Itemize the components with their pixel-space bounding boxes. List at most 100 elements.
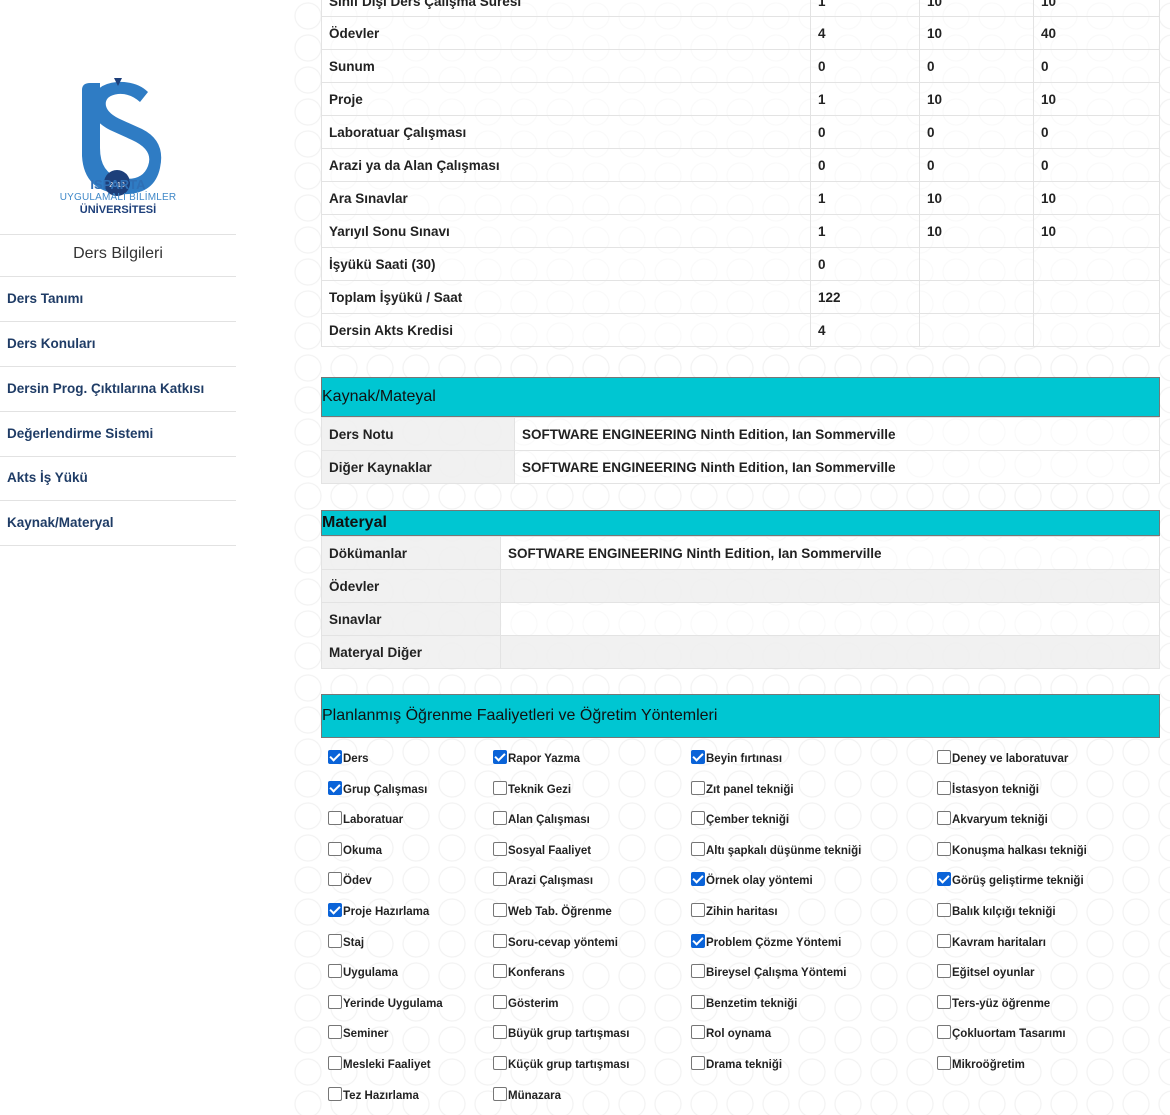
activity-checkbox[interactable] [937,1025,951,1040]
activity-option[interactable]: İstasyon tekniği [937,780,1039,797]
activity-checkbox[interactable] [937,872,951,887]
activity-checkbox[interactable] [493,903,507,917]
activity-option[interactable]: Ters-yüz öğrenme [937,994,1050,1011]
activity-checkbox[interactable] [937,933,951,948]
activity-checkbox[interactable] [937,903,951,917]
activity-option[interactable]: Soru-cevap yöntemi [493,933,618,950]
activity-checkbox[interactable] [937,964,951,979]
activity-option[interactable]: Rapor Yazma [493,750,580,766]
activity-option[interactable]: Web Tab. Öğrenme [493,903,612,919]
activity-option[interactable]: Laboratuar [328,811,403,827]
activity-option[interactable]: Seminer [328,1025,389,1041]
sidebar-item-akts-is-yuku[interactable]: Akts İş Yükü [7,470,88,485]
activity-option[interactable]: Sosyal Faaliyet [493,841,591,858]
activity-option[interactable]: Arazi Çalışması [493,872,593,888]
activity-checkbox[interactable] [937,750,951,764]
activity-checkbox[interactable] [328,964,342,979]
activity-checkbox[interactable] [691,964,705,979]
activity-checkbox[interactable] [493,811,507,826]
activity-label: Seminer [343,1028,389,1041]
activity-option[interactable]: Görüş geliştirme tekniği [937,872,1084,888]
activity-checkbox[interactable] [328,1025,342,1040]
workload-row: Yarıyıl Sonu Sınavı 1 10 10 [321,214,1160,248]
activity-option[interactable]: Beyin fırtınası [691,750,782,766]
activity-checkbox[interactable] [937,811,951,826]
activity-checkbox[interactable] [937,1056,951,1070]
activity-option[interactable]: Drama tekniği [691,1056,782,1072]
activity-option[interactable]: Konferans [493,964,565,980]
activity-checkbox[interactable] [493,1056,507,1070]
activity-checkbox[interactable] [691,903,705,917]
activity-checkbox[interactable] [328,933,342,948]
activity-checkbox[interactable] [691,933,705,948]
activity-checkbox[interactable] [328,994,342,1009]
activity-checkbox[interactable] [691,811,705,826]
activity-checkbox[interactable] [493,750,507,764]
activity-checkbox[interactable] [937,780,951,795]
activity-option[interactable]: Ders [328,750,369,766]
activity-checkbox[interactable] [328,1056,342,1070]
activity-option[interactable]: Örnek olay yöntemi [691,872,813,888]
activity-option[interactable]: Çember tekniği [691,811,789,827]
activity-checkbox[interactable] [493,872,507,887]
activity-checkbox[interactable] [493,964,507,979]
activity-option[interactable]: Rol oynama [691,1025,771,1041]
activity-checkbox[interactable] [493,1025,507,1040]
activity-option[interactable]: Deney ve laboratuvar [937,750,1068,766]
sidebar-item-kaynak-materyal[interactable]: Kaynak/Materyal [7,515,114,530]
activity-checkbox[interactable] [691,1025,705,1040]
activity-option[interactable]: Eğitsel oyunlar [937,964,1034,980]
sidebar-item-degerlendirme[interactable]: Değerlendirme Sistemi [7,426,153,441]
activity-checkbox[interactable] [328,841,342,856]
activity-checkbox[interactable] [691,1056,705,1070]
activity-option[interactable]: Zıt panel tekniği [691,780,794,797]
activity-option[interactable]: Balık kılçığı tekniği [937,903,1056,919]
activity-checkbox[interactable] [691,872,705,887]
activity-option[interactable]: Büyük grup tartışması [493,1025,629,1041]
activity-option[interactable]: Zihin haritası [691,903,778,919]
activity-option[interactable]: Çokluortam Tasarımı [937,1025,1066,1041]
activity-option[interactable]: Mesleki Faaliyet [328,1056,431,1072]
activity-checkbox[interactable] [328,750,342,764]
activity-checkbox[interactable] [328,780,342,795]
activity-checkbox[interactable] [328,903,342,917]
sidebar-item-ders-tanimi[interactable]: Ders Tanımı [7,291,83,306]
activity-option[interactable]: Staj [328,933,364,950]
activity-option[interactable]: Benzetim tekniği [691,994,797,1011]
activity-option[interactable]: Küçük grup tartışması [493,1056,629,1072]
activity-option[interactable]: Mikroöğretim [937,1056,1025,1072]
activity-option[interactable]: Akvaryum tekniği [937,811,1048,827]
activity-option[interactable]: Münazara [493,1086,561,1103]
activity-checkbox[interactable] [493,933,507,948]
activity-checkbox[interactable] [493,1086,507,1101]
activity-option[interactable]: Grup Çalışması [328,780,427,797]
activity-option[interactable]: Okuma [328,841,382,858]
activity-checkbox[interactable] [691,780,705,795]
activity-option[interactable]: Tez Hazırlama [328,1086,419,1103]
activity-option[interactable]: Alan Çalışması [493,811,590,827]
activity-option[interactable]: Altı şapkalı düşünme tekniği [691,841,861,858]
activity-option[interactable]: Proje Hazırlama [328,903,429,919]
activity-checkbox[interactable] [493,780,507,795]
activity-option[interactable]: Problem Çözme Yöntemi [691,933,841,950]
activity-checkbox[interactable] [691,841,705,856]
activity-option[interactable]: Teknik Gezi [493,780,571,797]
activity-checkbox[interactable] [328,1086,342,1101]
activity-checkbox[interactable] [691,994,705,1009]
activity-checkbox[interactable] [328,872,342,887]
activity-option[interactable]: Kavram haritaları [937,933,1046,950]
sidebar-item-program-ciktilari[interactable]: Dersin Prog. Çıktılarına Katkısı [7,381,204,396]
activity-checkbox[interactable] [691,750,705,764]
activity-checkbox[interactable] [937,994,951,1009]
activity-option[interactable]: Gösterim [493,994,559,1011]
activity-option[interactable]: Yerinde Uygulama [328,994,443,1011]
sidebar-item-ders-konulari[interactable]: Ders Konuları [7,336,96,351]
activity-option[interactable]: Konuşma halkası tekniği [937,841,1087,858]
activity-checkbox[interactable] [937,841,951,856]
activity-checkbox[interactable] [328,811,342,826]
activity-option[interactable]: Uygulama [328,964,398,980]
activity-checkbox[interactable] [493,841,507,856]
activity-checkbox[interactable] [493,994,507,1009]
activity-option[interactable]: Bireysel Çalışma Yöntemi [691,964,846,980]
activity-option[interactable]: Ödev [328,872,372,888]
